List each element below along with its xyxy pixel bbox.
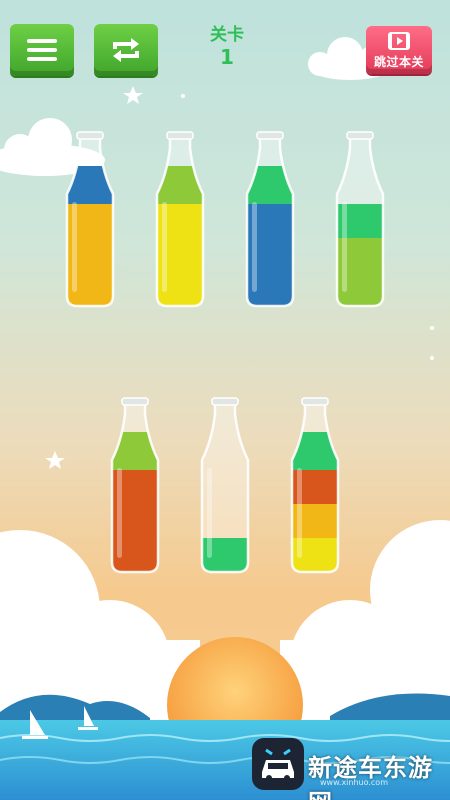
- game-screen: 关卡 1 跳过本关 新途车东游网 www.xinhuo.com: [0, 0, 450, 800]
- bottle-rim: [256, 131, 284, 140]
- bottle-highlight: [72, 202, 77, 292]
- bottle-area: [65, 131, 385, 574]
- bottle-rim: [211, 397, 239, 406]
- bottle[interactable]: [155, 131, 205, 308]
- bottle[interactable]: [110, 397, 160, 574]
- bottle-rim: [346, 131, 374, 140]
- bottle-rim: [301, 397, 329, 406]
- watermark-text: 新途车东游网: [308, 754, 433, 800]
- watermark-url: www.xinhuo.com: [320, 778, 388, 787]
- bottle[interactable]: [290, 397, 340, 574]
- bottle[interactable]: [335, 131, 385, 308]
- bottle-rim: [76, 131, 104, 140]
- watermark-logo: [252, 738, 304, 790]
- liquid-layer-green: [292, 432, 338, 470]
- bottle-highlight: [162, 202, 167, 292]
- bottle[interactable]: [200, 397, 250, 574]
- car-logo-icon: [262, 748, 294, 781]
- liquid-layer-lime: [157, 166, 203, 204]
- bottle-highlight: [117, 468, 122, 558]
- bottle[interactable]: [245, 131, 295, 308]
- liquid-layer-blue: [67, 166, 113, 204]
- bottle[interactable]: [65, 131, 115, 308]
- bottle-highlight: [297, 468, 302, 558]
- liquid-layer-green: [247, 166, 293, 204]
- bottle-rim: [121, 397, 149, 406]
- bottle-highlight: [207, 468, 212, 558]
- bottle-highlight: [252, 202, 257, 292]
- bottle-rim: [166, 131, 194, 140]
- bottle-highlight: [342, 202, 347, 292]
- liquid-layer-lime: [112, 432, 158, 470]
